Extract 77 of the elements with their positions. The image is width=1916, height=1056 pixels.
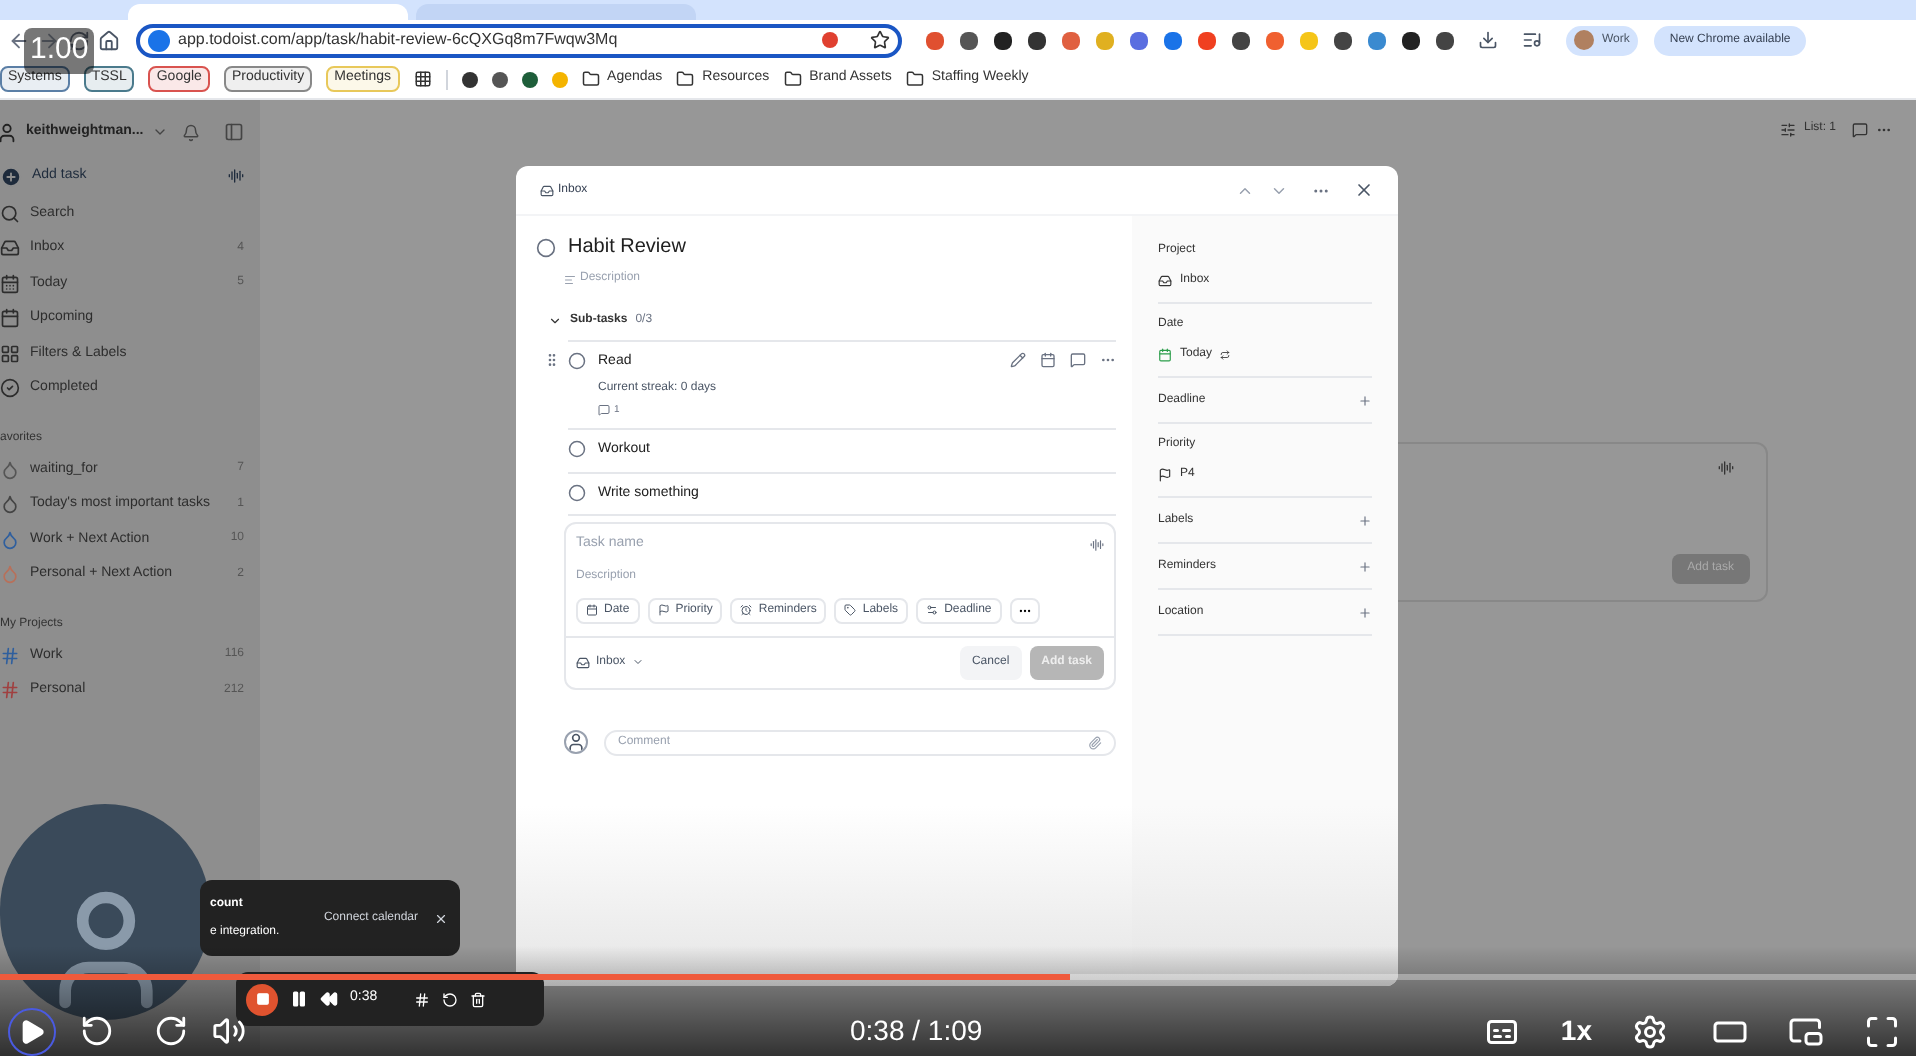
bell-icon[interactable] — [182, 123, 200, 141]
attachment-icon — [1088, 735, 1102, 749]
description-icon — [564, 273, 576, 285]
view-icon — [1779, 121, 1796, 137]
caret-icon — [631, 656, 644, 668]
complete-checkbox[interactable] — [536, 237, 556, 257]
rewind-icon[interactable] — [320, 990, 338, 1008]
user-avatar-icon — [0, 121, 18, 143]
item-icon — [0, 238, 20, 259]
avatar-icon — [1574, 30, 1594, 50]
grid-icon[interactable] — [413, 991, 430, 1007]
waveform-icon[interactable] — [1090, 537, 1104, 552]
waveform-icon — [228, 168, 244, 184]
close-icon[interactable] — [1354, 180, 1374, 200]
chevron-icon[interactable] — [151, 124, 168, 140]
drag-handle-icon[interactable] — [544, 352, 560, 368]
rewind-5-icon[interactable] — [80, 1014, 114, 1048]
subtask-checkbox[interactable] — [568, 440, 586, 458]
item-icon — [0, 203, 20, 224]
chip-icon — [844, 604, 857, 616]
pause-icon[interactable] — [290, 990, 308, 1008]
playback-speed-overlay: 1.00 — [24, 28, 95, 73]
calendar-icon — [1158, 348, 1172, 362]
folder-icon — [676, 70, 695, 88]
apps-icon[interactable] — [413, 70, 432, 88]
play-button[interactable] — [8, 1007, 56, 1055]
stop-icon — [255, 992, 269, 1006]
chip-icon — [657, 604, 670, 616]
inbox-icon — [576, 655, 590, 669]
close-icon[interactable] — [434, 911, 448, 925]
speed-button[interactable]: 1x — [1560, 1010, 1592, 1052]
item-icon — [0, 343, 20, 364]
progress-track[interactable] — [0, 974, 1916, 980]
settings-icon[interactable] — [1632, 1013, 1668, 1049]
repeat-icon — [1220, 350, 1231, 360]
back-icon[interactable] — [8, 29, 30, 51]
inbox-icon — [540, 183, 554, 197]
miniplayer-icon[interactable] — [1788, 1013, 1824, 1049]
flag-icon — [1158, 468, 1172, 482]
item-icon — [0, 273, 20, 294]
stop-button[interactable] — [246, 983, 278, 1015]
download-icon[interactable] — [1478, 30, 1498, 50]
calendar-icon[interactable] — [1040, 352, 1056, 368]
avatar-icon — [564, 730, 588, 754]
item-icon — [0, 378, 20, 399]
url-text: app.todoist.com/app/task/habit-review-6cQXGq8m7Fwqw3Mq — [178, 28, 620, 52]
edit-icon[interactable] — [1010, 352, 1026, 368]
task-title[interactable]: Habit Review — [568, 232, 686, 262]
volume-icon[interactable] — [212, 1014, 246, 1048]
media-icon[interactable] — [1522, 30, 1542, 50]
subtask-checkbox[interactable] — [568, 352, 586, 370]
subtask-checkbox[interactable] — [568, 483, 586, 501]
comment-icon[interactable] — [1852, 121, 1868, 137]
address-bar[interactable]: app.todoist.com/app/task/habit-review-6cQXGq8m7Fwqw3Mq — [136, 23, 902, 57]
inbox-icon — [1158, 274, 1172, 288]
bookmark-star-icon[interactable] — [870, 30, 890, 50]
comment-icon[interactable] — [1070, 352, 1086, 368]
folder-icon — [905, 70, 924, 88]
home-icon[interactable] — [98, 29, 120, 51]
site-info-icon — [148, 29, 170, 51]
chip-icon — [926, 604, 939, 616]
chip-icon — [586, 604, 598, 616]
folder-icon — [783, 70, 802, 88]
comment-icon — [598, 404, 610, 417]
chip-icon — [740, 604, 753, 616]
folder-icon — [581, 70, 600, 88]
trash-icon[interactable] — [469, 991, 486, 1007]
chevron-icon — [548, 314, 562, 328]
item-icon — [0, 308, 20, 329]
extension-icon — [822, 32, 838, 48]
sidebar-toggle-icon[interactable] — [224, 122, 244, 142]
time-display: 0:38 / 1:09 — [850, 1012, 983, 1050]
fullscreen-icon[interactable] — [1864, 1013, 1900, 1049]
restart-icon[interactable] — [441, 991, 458, 1007]
forward-5-icon[interactable] — [154, 1014, 188, 1048]
play-icon — [18, 1017, 46, 1045]
waveform-icon — [1718, 460, 1734, 476]
